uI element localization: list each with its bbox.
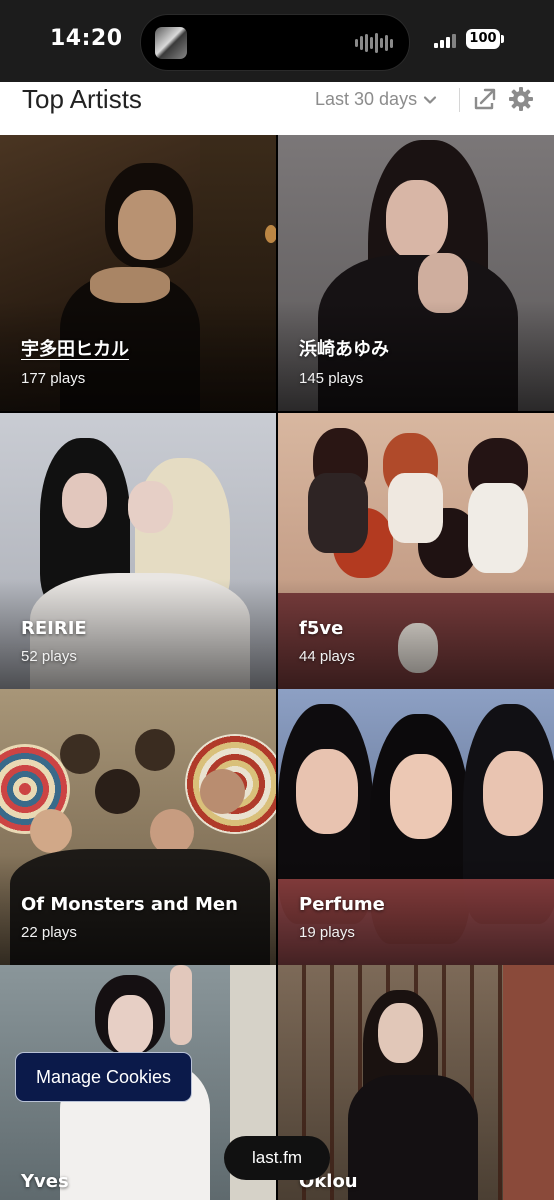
lastfm-badge[interactable]: last.fm [224,1136,330,1180]
artist-tile[interactable]: 宇多田ヒカル 177 plays [0,135,276,411]
chevron-down-icon [423,95,437,104]
header-divider [459,88,460,112]
status-time: 14:20 [50,26,123,51]
artist-name[interactable]: f5ve [299,618,343,639]
artist-tile[interactable]: Of Monsters and Men 22 plays [0,689,276,965]
artist-plays: 22 plays [21,924,77,941]
artist-tile[interactable]: f5ve 44 plays [278,413,554,689]
waveform-icon [355,33,393,53]
page-header: Top Artists Last 30 days [0,82,554,135]
artist-plays: 177 plays [21,370,86,387]
dynamic-island[interactable] [140,14,410,71]
page-title: Top Artists [22,84,142,114]
period-label: Last 30 days [315,89,418,109]
artist-name[interactable]: REIRIE [21,618,87,639]
artist-name[interactable]: Perfume [299,894,385,915]
artist-plays: 19 plays [299,924,355,941]
artist-name[interactable]: Yves [21,1171,69,1192]
artist-name[interactable]: 浜崎あゆみ [299,335,389,361]
cellular-signal-icon [434,34,456,48]
battery-indicator: 100 [466,29,500,49]
artist-tile[interactable]: REIRIE 52 plays [0,413,276,689]
artist-name[interactable]: 宇多田ヒカル [21,335,129,361]
now-playing-artwork [155,27,187,59]
share-icon[interactable] [472,86,498,112]
period-dropdown[interactable]: Last 30 days [315,89,437,110]
artist-name[interactable]: Of Monsters and Men [21,894,238,915]
artist-plays: 52 plays [21,648,77,665]
gear-icon[interactable] [508,86,534,112]
manage-cookies-button[interactable]: Manage Cookies [15,1052,192,1102]
artist-plays: 44 plays [299,648,355,665]
battery-tip-icon [501,35,504,43]
artist-plays: 145 plays [299,370,364,387]
artist-tile[interactable]: 浜崎あゆみ 145 plays [278,135,554,411]
artist-tile[interactable]: Perfume 19 plays [278,689,554,965]
status-bar: 14:20 100 [0,0,554,82]
